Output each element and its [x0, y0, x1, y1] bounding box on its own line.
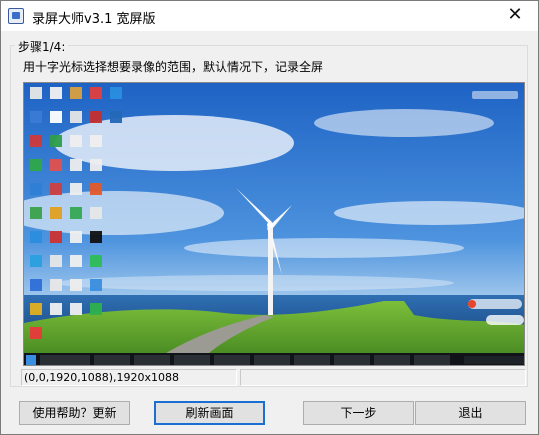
title-bar[interactable]: 录屏大师v3.1 宽屏版 ✕ [1, 1, 538, 31]
instruction-text: 用十字光标选择想要录像的范围，默认情况下，记录全屏 [23, 60, 324, 74]
recorder-window: 录屏大师v3.1 宽屏版 ✕ 步骤1/4: 用十字光标选择想要录像的范围，默认情… [0, 0, 539, 435]
exit-button[interactable]: 退出 [415, 401, 526, 425]
window-title: 录屏大师v3.1 宽屏版 [32, 12, 156, 27]
screen-preview[interactable] [23, 82, 525, 366]
next-step-button[interactable]: 下一步 [303, 401, 414, 425]
desktop-preview-image [24, 83, 524, 365]
close-button[interactable]: ✕ [492, 1, 538, 30]
step-label: 步骤1/4: [15, 38, 69, 55]
app-icon [8, 8, 24, 24]
selection-status: (0,0,1920,1088),1920x1088 [21, 369, 237, 386]
help-update-button[interactable]: 使用帮助？更新 [19, 401, 130, 425]
refresh-button[interactable]: 刷新画面 [154, 401, 265, 425]
secondary-status [240, 369, 526, 386]
